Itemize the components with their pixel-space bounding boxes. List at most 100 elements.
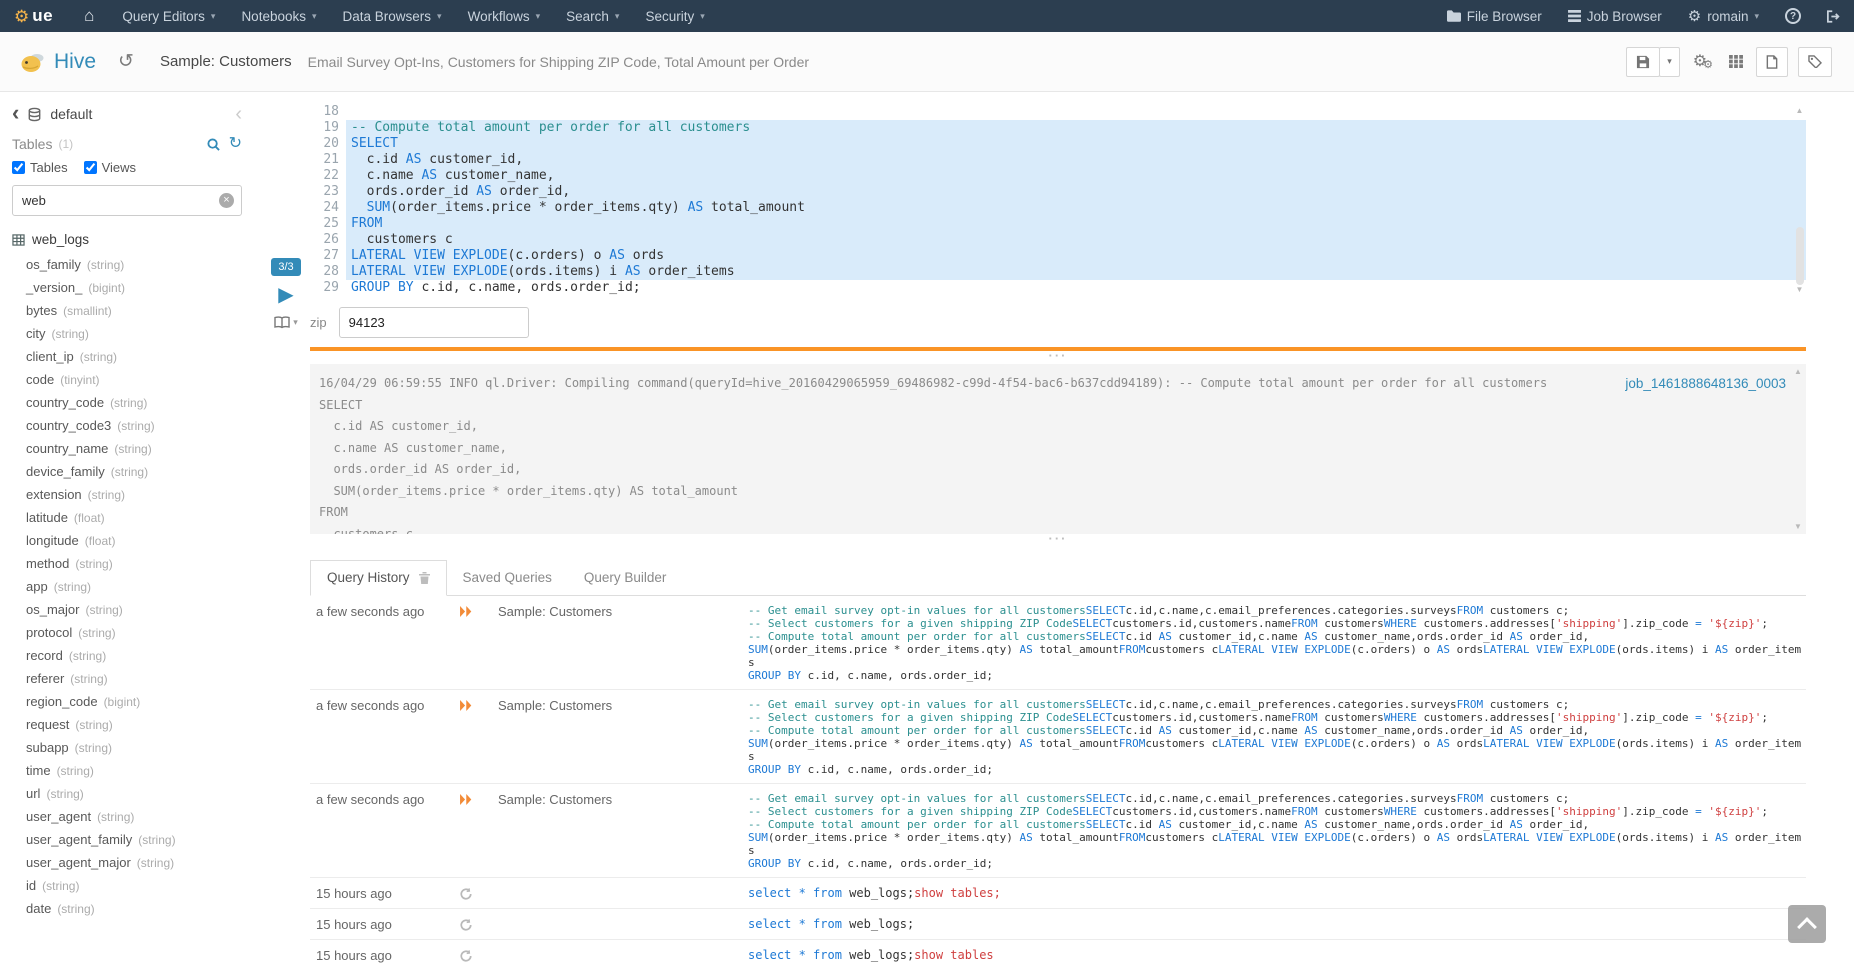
user-menu[interactable]: ⚙ romain ▾ [1675,0,1772,32]
column-item[interactable]: record(string) [0,644,254,667]
column-item[interactable]: region_code(bigint) [0,690,254,713]
editor-code[interactable]: -- Compute total amount per order for al… [346,104,1806,296]
tags-button[interactable] [1798,47,1832,77]
query-title[interactable]: Sample: Customers [160,53,292,70]
history-row[interactable]: 15 hours agoselect * from web_logs; [310,909,1806,940]
logout-button[interactable] [1814,0,1854,32]
menu-notebooks[interactable]: Notebooks▾ [228,0,329,32]
line-number: 24 [310,200,339,216]
column-item[interactable]: subapp(string) [0,736,254,759]
column-name: app [26,579,48,594]
column-item[interactable]: user_agent(string) [0,805,254,828]
execute-button[interactable]: ▶ [278,285,293,305]
scroll-down-icon[interactable]: ▼ [1794,522,1802,531]
save-dropdown-button[interactable]: ▾ [1659,47,1680,77]
column-item[interactable]: bytes(smallint) [0,299,254,322]
menu-query-editors[interactable]: Query Editors▾ [109,0,228,32]
sql-token: SUM [748,643,768,656]
column-item[interactable]: _version_(bigint) [0,276,254,299]
table-search-input[interactable] [12,185,242,216]
history-row[interactable]: 15 hours agoselect * from web_logs;show … [310,940,1806,969]
scroll-up-icon[interactable]: ▲ [1796,106,1804,115]
save-button[interactable] [1626,47,1660,77]
column-item[interactable]: country_code(string) [0,391,254,414]
scroll-to-top-button[interactable] [1788,905,1826,943]
column-item[interactable]: country_name(string) [0,437,254,460]
column-item[interactable]: os_family(string) [0,253,254,276]
help-button[interactable]: ? [1772,0,1814,32]
refresh-icon[interactable]: ↻ [229,136,242,152]
column-item[interactable]: latitude(float) [0,506,254,529]
history-row[interactable]: 15 hours agoselect * from web_logs;show … [310,878,1806,909]
session-gears-icon[interactable]: ⚙⚙ [1690,52,1716,71]
column-item[interactable]: os_major(string) [0,598,254,621]
grid-icon[interactable] [1726,55,1746,68]
tab-query-builder[interactable]: Query Builder [568,561,683,595]
column-item[interactable]: time(string) [0,759,254,782]
column-item[interactable]: extension(string) [0,483,254,506]
editor-scrollbar[interactable]: ▲ ▼ [1793,104,1806,296]
sql-token: ords [1450,643,1483,656]
history-row[interactable]: a few seconds agoSample: Customers-- Get… [310,596,1806,690]
menu-security[interactable]: Security▾ [632,0,717,32]
clear-search-icon[interactable]: × [219,193,234,208]
sql-editor[interactable]: 181920212223242526272829 -- Compute tota… [310,104,1806,296]
column-item[interactable]: client_ip(string) [0,345,254,368]
column-name: client_ip [26,349,74,364]
scroll-down-icon[interactable]: ▼ [1796,285,1804,294]
collapse-assist-icon[interactable]: ‹ [235,104,242,124]
tab-label: Query History [327,570,410,585]
tab-saved-queries[interactable]: Saved Queries [447,561,568,595]
scrollbar-thumb[interactable] [1796,227,1804,285]
column-item[interactable]: url(string) [0,782,254,805]
history-row[interactable]: a few seconds agoSample: Customers-- Get… [310,690,1806,784]
new-document-button[interactable] [1756,47,1788,77]
column-item[interactable]: date(string) [0,897,254,920]
variable-zip-input[interactable] [339,307,529,338]
table-item-web-logs[interactable]: web_logs [0,228,254,253]
hue-logo[interactable]: ⚙ ue [0,0,69,32]
history-row[interactable]: a few seconds agoSample: Customers-- Get… [310,784,1806,878]
scroll-up-icon[interactable]: ▲ [1794,367,1802,376]
back-icon[interactable]: ‹ [12,102,19,124]
hive-brand[interactable]: Hive [20,50,96,74]
resize-grip-bottom[interactable]: ··· [310,534,1806,545]
column-item[interactable]: referer(string) [0,667,254,690]
column-item[interactable]: code(tinyint) [0,368,254,391]
menu-search[interactable]: Search▾ [553,0,632,32]
column-item[interactable]: request(string) [0,713,254,736]
column-item[interactable]: country_code3(string) [0,414,254,437]
query-subtitle: Email Survey Opt-Ins, Customers for Ship… [308,54,809,70]
database-name[interactable]: default [50,106,92,122]
column-item[interactable]: user_agent_family(string) [0,828,254,851]
recent-queries-icon[interactable]: ↺ [118,50,134,73]
trash-icon[interactable] [419,572,430,584]
resize-grip-top[interactable]: ··· [310,351,1806,362]
views-checkbox[interactable] [84,161,97,174]
column-name: longitude [26,533,79,548]
column-item[interactable]: method(string) [0,552,254,575]
menu-data-browsers[interactable]: Data Browsers▾ [330,0,455,32]
result-tabs: Query History Saved Queries Query Builde… [310,557,1806,596]
log-scrollbar[interactable]: ▲ ▼ [1792,364,1804,534]
sql-token: AS [1159,630,1172,643]
tables-checkbox[interactable] [12,161,25,174]
column-item[interactable]: device_family(string) [0,460,254,483]
menu-workflows[interactable]: Workflows▾ [455,0,554,32]
job-link[interactable]: job_1461888648136_0003 [1625,376,1786,391]
column-item[interactable]: user_agent_major(string) [0,851,254,874]
file-browser-link[interactable]: File Browser [1434,0,1555,32]
filter-tables[interactable]: Tables [12,160,68,175]
job-browser-link[interactable]: Job Browser [1555,0,1675,32]
home-icon[interactable]: ⌂ [69,0,109,32]
column-item[interactable]: protocol(string) [0,621,254,644]
filter-views[interactable]: Views [84,160,136,175]
column-item[interactable]: id(string) [0,874,254,897]
snippet-menu-button[interactable]: ▾ [274,316,298,329]
column-item[interactable]: app(string) [0,575,254,598]
tab-query-history[interactable]: Query History [310,560,447,596]
search-icon[interactable] [207,138,220,151]
chevron-down-icon: ▾ [615,11,620,22]
column-item[interactable]: city(string) [0,322,254,345]
column-item[interactable]: longitude(float) [0,529,254,552]
